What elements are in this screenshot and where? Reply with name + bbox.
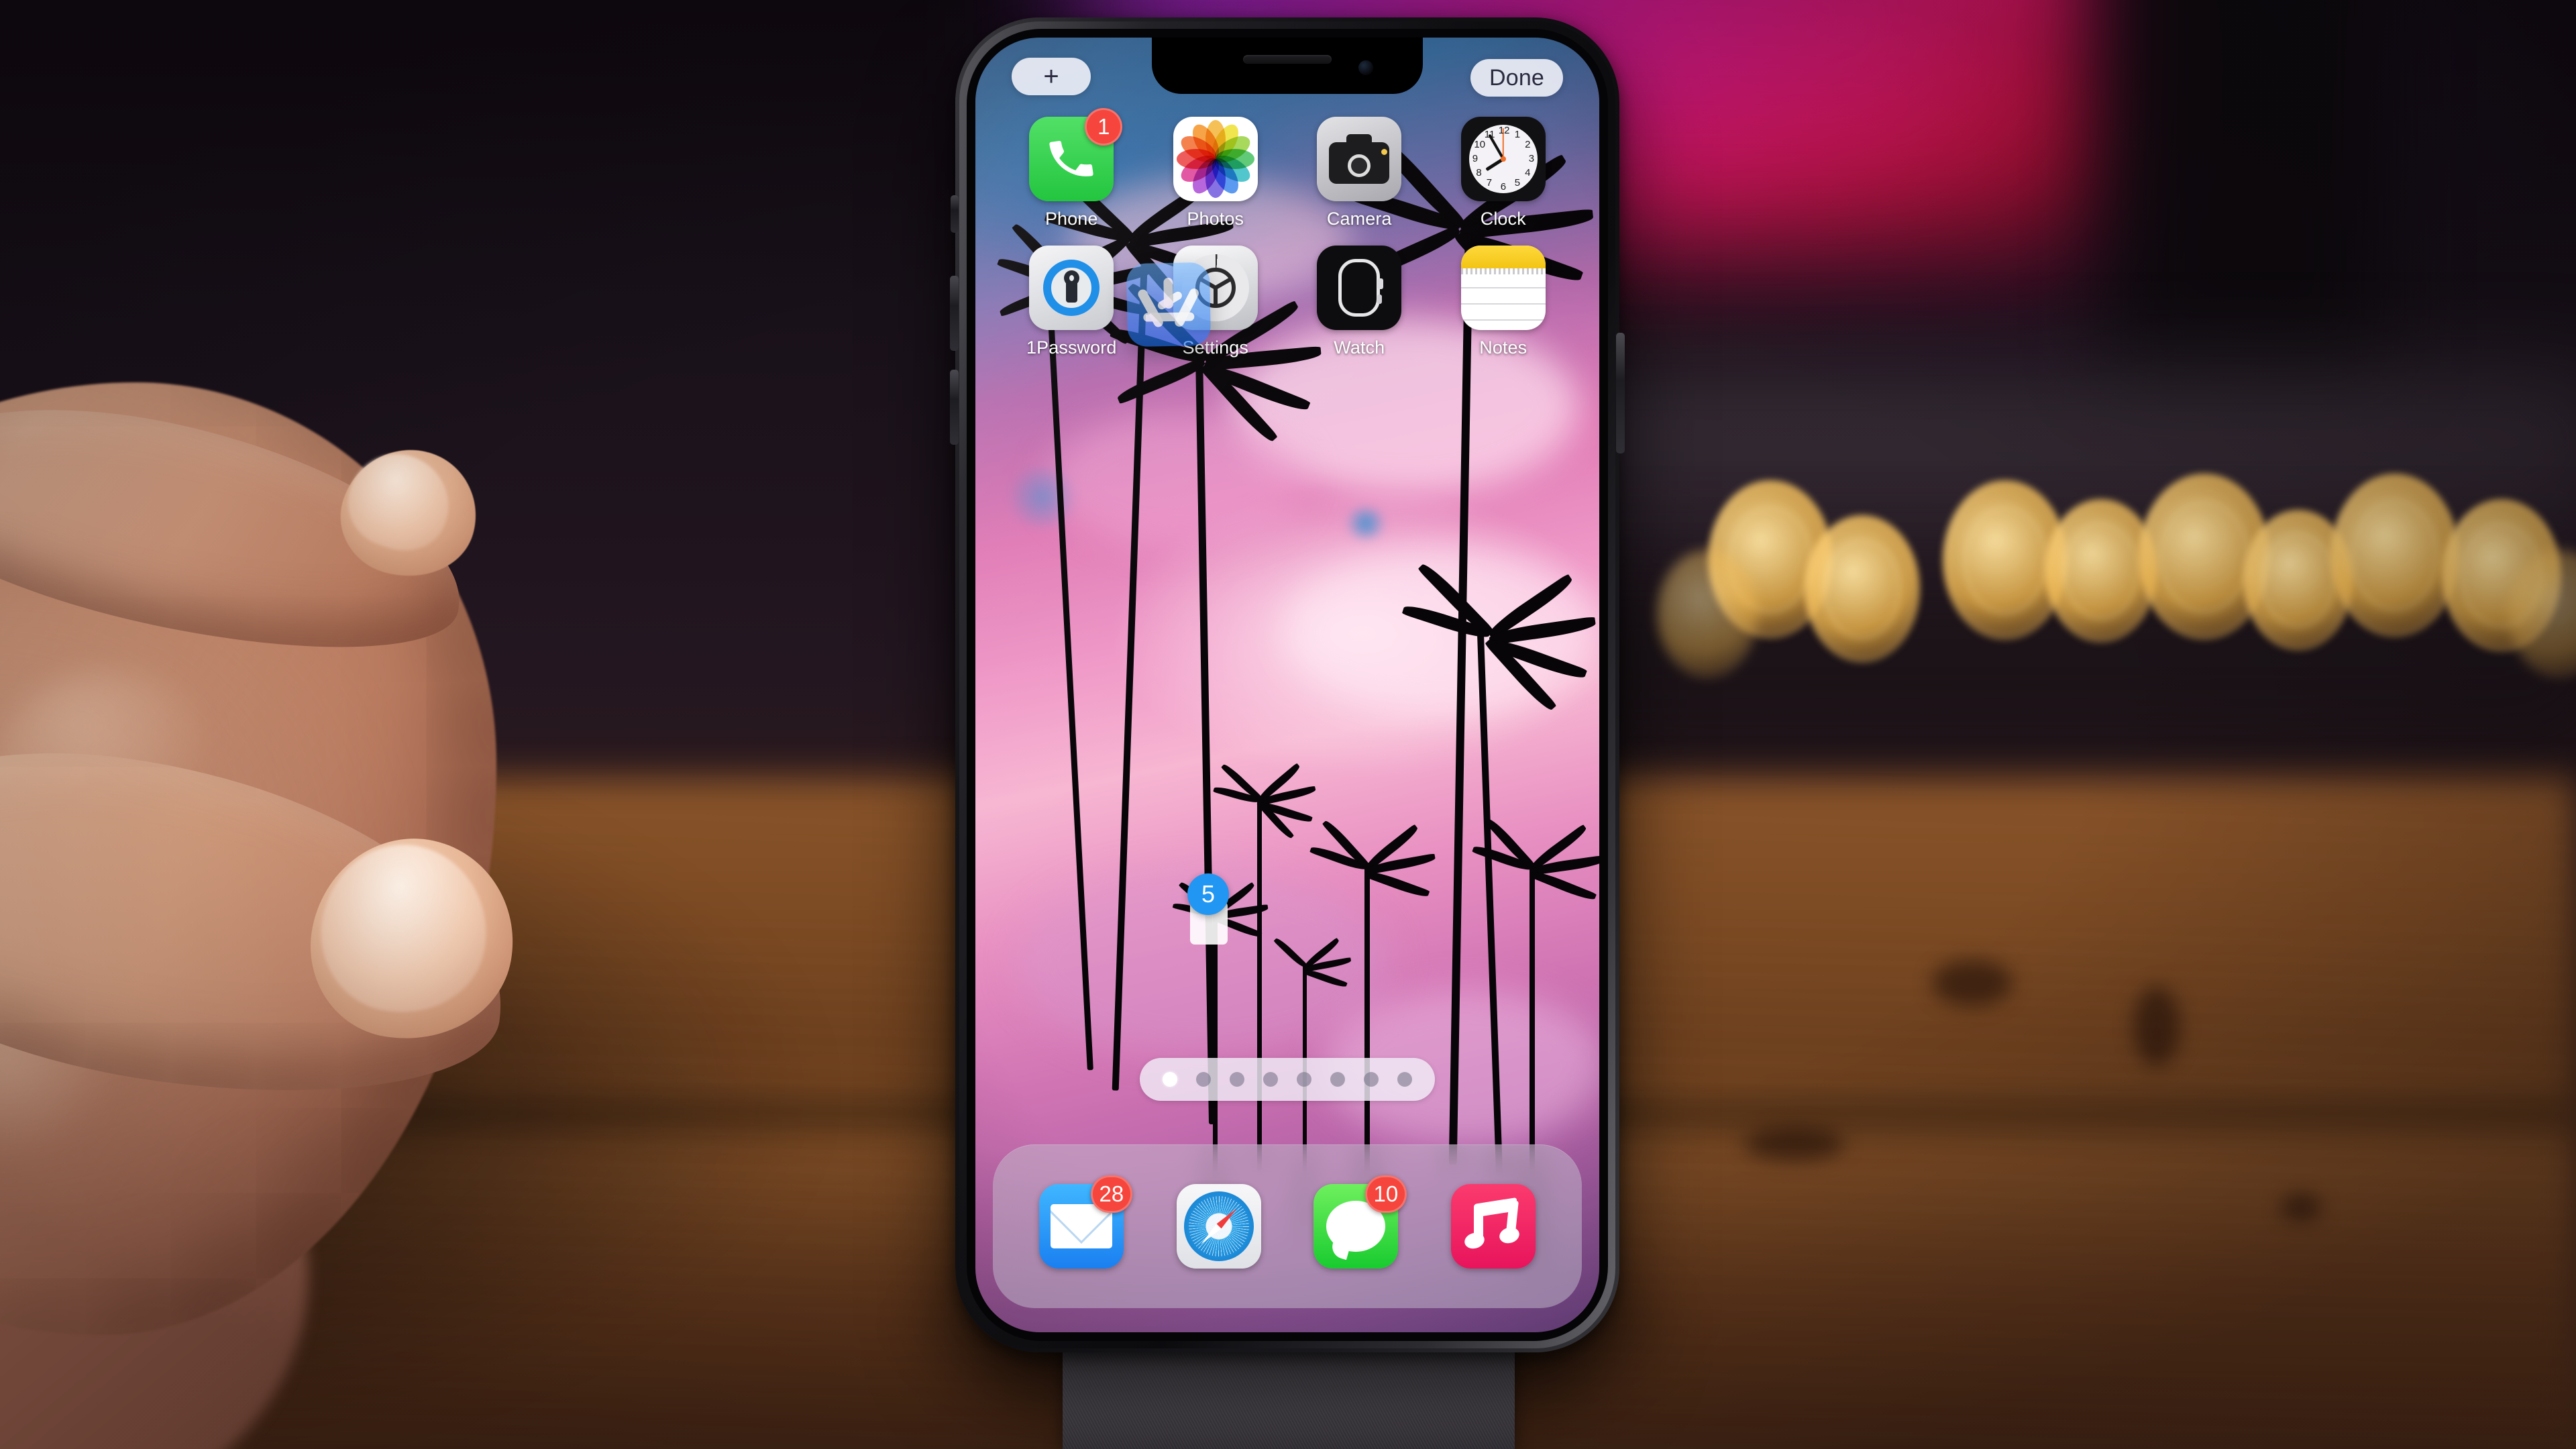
clock-numeral: 3 — [1528, 153, 1535, 164]
app-label: Camera — [1326, 209, 1392, 229]
app-row: 1 Phone Photos Camera 1 2 3 4 5 6 7 8 9 … — [975, 108, 1599, 229]
clock-numeral: 8 — [1476, 167, 1482, 178]
clock-numeral: 9 — [1472, 153, 1479, 164]
tv-dark-edge — [2106, 0, 2388, 376]
app-label: Watch — [1334, 337, 1385, 358]
badge-count: 28 — [1090, 1175, 1133, 1213]
add-widget-button[interactable]: + — [1012, 58, 1091, 95]
clock-numeral: 2 — [1525, 139, 1531, 150]
mail-icon[interactable]: 28 — [1039, 1175, 1133, 1269]
badge-count: 10 — [1364, 1175, 1407, 1213]
app-icon-photos[interactable]: Photos — [1160, 117, 1271, 229]
dock-icon-mail[interactable]: 28 Mail — [1031, 1175, 1133, 1269]
app-store-icon[interactable] — [1126, 262, 1212, 347]
camera-icon[interactable] — [1317, 117, 1402, 201]
phone-icon[interactable]: 1 — [1029, 108, 1123, 201]
wood-knot — [1932, 959, 2012, 1006]
page-dot[interactable] — [1297, 1072, 1311, 1087]
safari-icon[interactable] — [1176, 1184, 1261, 1269]
volume-up-button[interactable] — [950, 276, 959, 351]
1password-icon[interactable] — [1029, 246, 1114, 330]
page-indicator[interactable] — [1140, 1058, 1435, 1101]
messages-icon[interactable]: 10 — [1313, 1175, 1407, 1269]
wood-knot — [2133, 986, 2180, 1067]
notes-icon[interactable] — [1460, 246, 1546, 330]
clock-face: 1 2 3 4 5 6 7 8 9 10 11 12 — [1468, 125, 1538, 193]
scene: + Done 1 Phone Photos Camera 1 2 3 4 5 6… — [0, 0, 2576, 1449]
watch-icon[interactable] — [1317, 246, 1402, 330]
wood-knot — [1744, 1127, 1845, 1161]
bokeh-light — [1805, 515, 1920, 663]
app-icon-1password[interactable]: 1Password — [1016, 246, 1127, 358]
dock-icon-music[interactable]: Music — [1443, 1184, 1544, 1269]
clock-numeral: 1 — [1514, 128, 1521, 140]
page-dot[interactable] — [1397, 1072, 1412, 1087]
page-dot[interactable] — [1230, 1072, 1244, 1087]
home-screen-grid: 1 Phone Photos Camera 1 2 3 4 5 6 7 8 9 … — [975, 108, 1599, 374]
drag-count-badge: 5 — [1187, 873, 1229, 915]
clock-numeral: 4 — [1525, 167, 1531, 178]
app-label: Phone — [1044, 209, 1098, 229]
dock-icon-safari[interactable]: Safari — [1169, 1184, 1269, 1269]
clock-numeral: 6 — [1500, 181, 1507, 193]
page-dot[interactable] — [1364, 1072, 1379, 1087]
edit-mode-topbar: + Done — [975, 58, 1599, 107]
photos-icon[interactable] — [1173, 117, 1258, 201]
app-icon-phone[interactable]: 1 Phone — [1016, 108, 1127, 229]
clock-numeral: 7 — [1486, 177, 1493, 189]
app-label: Notes — [1479, 337, 1527, 358]
dock: 28 Mail Safari 10 — [993, 1144, 1582, 1308]
app-store-glyph — [1136, 277, 1201, 329]
dock-icon-messages[interactable]: 10 Messages — [1305, 1175, 1407, 1269]
phone-screen[interactable]: + Done 1 Phone Photos Camera 1 2 3 4 5 6… — [975, 38, 1599, 1332]
clock-icon[interactable]: 1 2 3 4 5 6 7 8 9 10 11 12 — [1460, 117, 1546, 201]
power-button[interactable] — [1616, 333, 1625, 453]
volume-down-button[interactable] — [950, 370, 959, 445]
badge-count: 1 — [1085, 108, 1123, 146]
page-dot[interactable] — [1196, 1072, 1211, 1087]
clock-numeral: 12 — [1498, 125, 1510, 136]
page-dot[interactable] — [1163, 1072, 1177, 1087]
clock-numeral: 5 — [1514, 177, 1521, 189]
app-icon-notes[interactable]: Notes — [1448, 246, 1559, 358]
page-dot[interactable] — [1263, 1072, 1278, 1087]
app-icon-camera[interactable]: Camera — [1303, 117, 1415, 229]
done-button[interactable]: Done — [1470, 59, 1563, 97]
mute-switch[interactable] — [951, 195, 959, 233]
app-label: Clock — [1480, 209, 1526, 229]
page-dot[interactable] — [1330, 1072, 1345, 1087]
app-row: 1Password Settings Watch Notes — [975, 246, 1599, 358]
app-icon-watch[interactable]: Watch — [1303, 246, 1415, 358]
clock-numeral: 10 — [1474, 139, 1486, 150]
bokeh-light — [2330, 474, 2459, 637]
app-label: Photos — [1187, 209, 1244, 229]
app-icon-clock[interactable]: 1 2 3 4 5 6 7 8 9 10 11 12 Clock — [1448, 117, 1559, 229]
music-icon[interactable] — [1450, 1184, 1536, 1269]
bokeh-light — [1657, 550, 1758, 678]
clock-numeral: 11 — [1484, 128, 1495, 140]
iphone-device[interactable]: + Done 1 Phone Photos Camera 1 2 3 4 5 6… — [950, 17, 1625, 1352]
hand — [0, 161, 671, 1449]
wood-knot — [2281, 1194, 2321, 1221]
app-label: 1Password — [1026, 337, 1117, 358]
